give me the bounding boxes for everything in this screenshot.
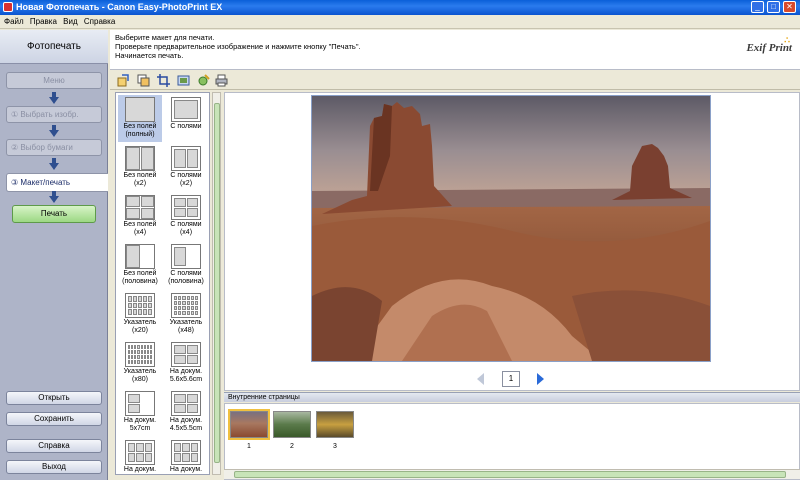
layout-id-56x56[interactable]: На докум. 5.6x5.6cm <box>164 340 208 387</box>
layout-bordered-half[interactable]: С полями (половина) <box>164 242 208 289</box>
pages-header: Внутренние страницы <box>224 392 800 402</box>
scrollbar-thumb[interactable] <box>214 103 220 463</box>
logo-dots-icon: ∴ <box>784 35 790 45</box>
menu-edit[interactable]: Правка <box>26 15 57 26</box>
layout-thumbnail <box>125 146 155 171</box>
preview-photo[interactable] <box>311 95 711 362</box>
layout-thumbnail <box>125 440 155 465</box>
layout-thumbnail <box>171 195 201 220</box>
sidebar: Фотопечать Меню ① Выбрать изобр. ② Выбор… <box>0 30 108 480</box>
layout-thumbnail <box>125 391 155 416</box>
step-arrow-icon <box>49 158 59 170</box>
step-arrow-icon <box>49 191 59 203</box>
page-thumbnail[interactable]: 3 <box>314 409 356 453</box>
layout-index-x48[interactable]: Указатель (x48) <box>164 291 208 338</box>
instruction-line: Проверьте предварительное изображение и … <box>115 42 361 51</box>
layout-borderless-x4[interactable]: Без полей (x4) <box>118 193 162 240</box>
step-menu[interactable]: Меню <box>6 72 102 89</box>
print-settings-icon[interactable] <box>215 74 228 87</box>
exit-button[interactable]: Выход <box>6 460 102 474</box>
step-arrow-icon <box>49 92 59 104</box>
layout-list: Без полей (полный) С полями Без полей (x… <box>115 92 210 475</box>
layout-id-other[interactable]: На докум. <box>118 438 162 474</box>
monument-valley-image <box>312 96 710 361</box>
scrollbar-thumb[interactable] <box>234 471 786 478</box>
rotate-icon[interactable] <box>117 74 130 87</box>
step-arrow-icon <box>49 125 59 137</box>
print-button[interactable]: Печать <box>12 205 96 223</box>
layout-id-5x7[interactable]: На докум. 5x7cm <box>118 389 162 436</box>
layout-icon[interactable] <box>137 74 150 87</box>
page-thumbnail-image <box>316 411 354 438</box>
instruction-line: Выберите макет для печати. <box>115 33 215 42</box>
layout-borderless-x2[interactable]: Без полей (x2) <box>118 144 162 191</box>
menu-file[interactable]: Файл <box>0 15 24 26</box>
page-thumbnail-image <box>273 411 311 438</box>
app-icon <box>3 2 13 12</box>
help-button[interactable]: Справка <box>6 439 102 453</box>
layout-id-45x55[interactable]: На докум. 4.5x5.5cm <box>164 389 208 436</box>
sidebar-header: Фотопечать <box>0 30 108 64</box>
layout-bordered[interactable]: С полями <box>164 95 208 142</box>
layout-thumbnail <box>171 293 201 318</box>
layout-thumbnail <box>171 146 201 171</box>
layout-list-scrollbar[interactable] <box>212 92 221 475</box>
menu-bar: Файл Правка Вид Справка <box>0 15 800 29</box>
previous-page-icon[interactable] <box>477 373 484 385</box>
save-button[interactable]: Сохранить <box>6 412 102 426</box>
window-title: Новая Фотопечать - Canon Easy-PhotoPrint… <box>16 2 223 12</box>
page-thumbnail[interactable]: 1 <box>228 409 270 453</box>
layout-borderless-half[interactable]: Без полей (половина) <box>118 242 162 289</box>
open-button[interactable]: Открыть <box>6 391 102 405</box>
minimize-button[interactable]: _ <box>751 1 764 13</box>
layout-thumbnail <box>171 440 201 465</box>
instruction-line: Начинается печать. <box>115 51 184 60</box>
layout-thumbnail <box>125 293 155 318</box>
crop-icon[interactable] <box>157 74 170 87</box>
frame-icon[interactable] <box>177 74 190 87</box>
layout-thumbnail <box>125 342 155 367</box>
pages-scrollbar[interactable] <box>224 469 800 479</box>
step-layout-print[interactable]: ③ Макет/печать <box>6 173 108 192</box>
layout-thumbnail <box>171 391 201 416</box>
layout-thumbnail <box>171 342 201 367</box>
layout-thumbnail <box>125 195 155 220</box>
layout-bordered-x4[interactable]: С полями (x4) <box>164 193 208 240</box>
menu-view[interactable]: Вид <box>59 15 77 26</box>
menu-help[interactable]: Справка <box>80 15 115 26</box>
preview-pager: 1 <box>224 369 800 389</box>
layout-index-x80[interactable]: Указатель (x80) <box>118 340 162 387</box>
layout-thumbnail <box>171 97 201 122</box>
step-select-paper[interactable]: ② Выбор бумаги <box>6 139 102 156</box>
layout-bordered-x2[interactable]: С полями (x2) <box>164 144 208 191</box>
step-select-images[interactable]: ① Выбрать изобр. <box>6 106 102 123</box>
layout-index-x20[interactable]: Указатель (x20) <box>118 291 162 338</box>
page-thumbnail-image <box>228 409 270 440</box>
instructions-panel: Выберите макет для печати. Проверьте пре… <box>110 30 800 70</box>
layout-thumbnail <box>171 244 201 269</box>
page-number-field[interactable]: 1 <box>502 371 520 387</box>
close-button[interactable]: ✕ <box>783 1 796 13</box>
page-thumbnail[interactable]: 2 <box>271 409 313 453</box>
title-bar: Новая Фотопечать - Canon Easy-PhotoPrint… <box>0 0 800 15</box>
edit-toolbar <box>110 71 800 90</box>
next-page-icon[interactable] <box>537 373 544 385</box>
exif-print-logo: ∴ Exif Print <box>746 35 792 54</box>
layout-id-other[interactable]: На докум. <box>164 438 208 474</box>
layout-thumbnail <box>125 244 155 269</box>
layout-borderless-full[interactable]: Без полей (полный) <box>118 95 162 142</box>
correct-icon[interactable] <box>197 74 210 87</box>
maximize-button[interactable]: □ <box>767 1 780 13</box>
preview-area <box>224 92 800 391</box>
layout-thumbnail <box>125 97 155 122</box>
